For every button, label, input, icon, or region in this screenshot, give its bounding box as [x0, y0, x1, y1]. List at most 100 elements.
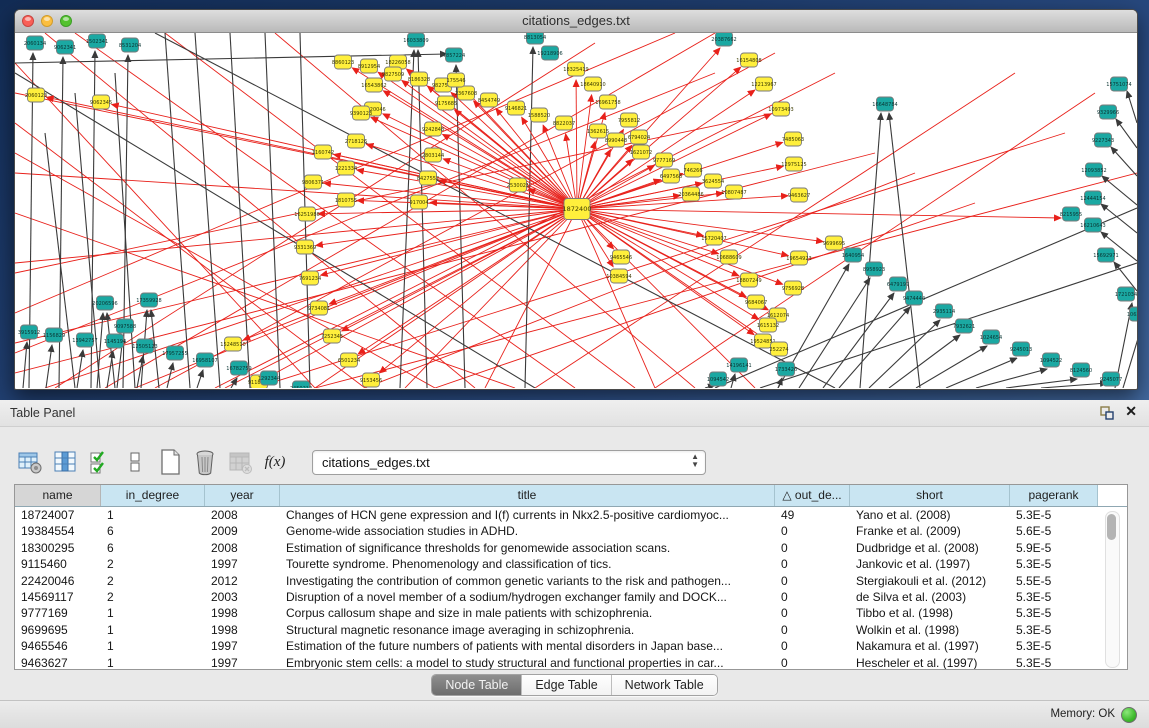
network-node[interactable]: 1621072	[630, 145, 652, 159]
table-row[interactable]: 946362711997Embryonic stem cells: a mode…	[15, 655, 1127, 670]
close-panel-icon[interactable]: ✕	[1125, 403, 1137, 420]
network-node[interactable]: 7932621	[953, 319, 975, 333]
network-node[interactable]: 8124560	[1070, 363, 1092, 377]
network-node[interactable]: 9734081	[308, 301, 330, 315]
network-node[interactable]: 8990448	[605, 133, 627, 147]
network-node[interactable]: 1872400	[563, 199, 592, 220]
column-header-out-de-[interactable]: △ out_de...	[775, 485, 850, 506]
network-node[interactable]: 16251986	[294, 207, 319, 221]
network-node[interactable]: 1156829	[43, 328, 65, 342]
network-node[interactable]: 1024654	[980, 330, 1002, 344]
table-row[interactable]: 2242004622012Investigating the contribut…	[15, 573, 1127, 589]
network-node[interactable]: 9329966	[1097, 105, 1119, 119]
network-node[interactable]: 8958923	[863, 262, 885, 276]
network-node[interactable]: 15248510	[220, 337, 245, 351]
network-node[interactable]: 2530021	[507, 178, 529, 192]
network-node[interactable]: 12213967	[751, 77, 776, 91]
network-node[interactable]: 8186328	[408, 72, 430, 86]
network-node[interactable]: 1221334	[335, 161, 357, 175]
network-node[interactable]: 20387662	[711, 33, 736, 46]
network-node[interactable]: 16961758	[595, 95, 620, 109]
network-node[interactable]: 1615132	[757, 318, 779, 332]
network-node[interactable]: 8822037	[553, 116, 575, 130]
network-node[interactable]: 12093852	[1081, 163, 1106, 177]
network-node[interactable]: 2450212	[290, 381, 312, 388]
network-node[interactable]: 18325419	[563, 62, 588, 76]
network-node[interactable]: 6479197	[887, 277, 909, 291]
network-node[interactable]: 9242848	[422, 122, 444, 136]
network-node[interactable]: 7857224	[443, 48, 465, 62]
network-node[interactable]: 7691234	[299, 271, 321, 285]
network-node[interactable]: 9097588	[114, 319, 136, 333]
show-column-icon[interactable]	[51, 447, 79, 477]
network-node[interactable]: 9806371	[302, 175, 324, 189]
network-node[interactable]: 252274	[769, 342, 788, 356]
tab-network-table[interactable]: Network Table	[612, 675, 717, 695]
network-node[interactable]: 6794024	[628, 130, 650, 144]
network-node[interactable]: 746266	[683, 163, 702, 177]
select-all-icon[interactable]	[86, 447, 114, 477]
network-node[interactable]: 9756928	[782, 281, 804, 295]
tab-node-table[interactable]: Node Table	[432, 675, 522, 695]
network-node[interactable]: 17957255	[162, 346, 187, 360]
tab-edge-table[interactable]: Edge Table	[522, 675, 611, 695]
network-node[interactable]: 9777169	[653, 153, 675, 167]
network-node[interactable]: 9474444	[903, 291, 925, 305]
column-header-pagerank[interactable]: pagerank	[1010, 485, 1098, 506]
network-node[interactable]: 9390123	[350, 106, 372, 120]
network-node[interactable]: 13942757	[72, 333, 97, 347]
network-node[interactable]: 7485063	[782, 132, 804, 146]
network-node[interactable]: 16782759	[226, 361, 251, 375]
table-row[interactable]: 911546021997Tourette syndrome. Phenomeno…	[15, 556, 1127, 572]
network-node[interactable]: 6497568	[660, 169, 682, 183]
network-node[interactable]: 8427552	[417, 171, 439, 185]
table-scrollbar[interactable]	[1105, 511, 1120, 668]
network-node[interactable]: 20206596	[92, 296, 117, 310]
network-node[interactable]: 6501234	[338, 353, 360, 367]
network-node[interactable]: 1292344	[258, 371, 280, 385]
network-node[interactable]: 1094522	[1040, 353, 1062, 367]
network-node[interactable]: 16154808	[736, 53, 761, 67]
network-node[interactable]: 12975125	[781, 157, 806, 171]
network-node[interactable]: 9699695	[823, 236, 845, 250]
network-node[interactable]: 9465546	[610, 250, 632, 264]
network-node[interactable]: 1094542	[707, 372, 729, 386]
network-window-titlebar[interactable]: citations_edges.txt	[15, 10, 1137, 33]
network-node[interactable]: 1160742	[312, 145, 334, 159]
network-node[interactable]: 1145194	[104, 334, 126, 348]
network-node[interactable]: 175546	[446, 73, 465, 87]
network-node[interactable]: 1721034	[1115, 287, 1137, 301]
table-scrollbar-thumb[interactable]	[1107, 514, 1116, 540]
network-node[interactable]: 1733426	[775, 362, 797, 376]
network-node[interactable]: 8912954	[358, 59, 380, 73]
column-header-title[interactable]: title	[280, 485, 775, 506]
network-node[interactable]: 19218906	[537, 46, 562, 60]
network-node[interactable]: 16648784	[872, 97, 897, 111]
network-node[interactable]: 1502341	[86, 34, 108, 48]
network-node[interactable]: 9175685	[435, 96, 457, 110]
network-node[interactable]: 15720407	[701, 231, 726, 245]
network-node[interactable]: 2060123	[25, 88, 47, 102]
table-row[interactable]: 977716911998Corpus callosum shape and si…	[15, 605, 1127, 621]
network-node[interactable]: 2803144	[422, 148, 444, 162]
network-node[interactable]: 8860123	[332, 55, 354, 69]
table-row[interactable]: 1456911722003Disruption of a novel membe…	[15, 589, 1127, 605]
network-node[interactable]: 2935114	[933, 304, 955, 318]
delete-table-icon[interactable]	[226, 447, 254, 477]
network-node[interactable]: 9245077	[1100, 372, 1122, 386]
table-row[interactable]: 946554611997Estimation of the future num…	[15, 638, 1127, 654]
network-node[interactable]: 9227343	[1092, 133, 1114, 147]
column-header-name[interactable]: name	[15, 485, 101, 506]
network-node[interactable]: 18640910	[580, 77, 605, 91]
network-node[interactable]: 7955812	[618, 113, 640, 127]
network-node[interactable]: 16958107	[192, 353, 217, 367]
network-node[interactable]: 2718126	[345, 134, 367, 148]
table-row[interactable]: 969969511998Structural magnetic resonanc…	[15, 622, 1127, 638]
table-settings-icon[interactable]	[16, 447, 44, 477]
network-node[interactable]: 9153456	[360, 373, 382, 387]
table-row[interactable]: 1872400712008Changes of HCN gene express…	[15, 507, 1127, 523]
network-node[interactable]: 9331369	[294, 240, 316, 254]
network-node[interactable]: 16543862	[361, 78, 386, 92]
network-node[interactable]: 1810755	[335, 193, 357, 207]
network-node[interactable]: 7252345	[321, 329, 343, 343]
